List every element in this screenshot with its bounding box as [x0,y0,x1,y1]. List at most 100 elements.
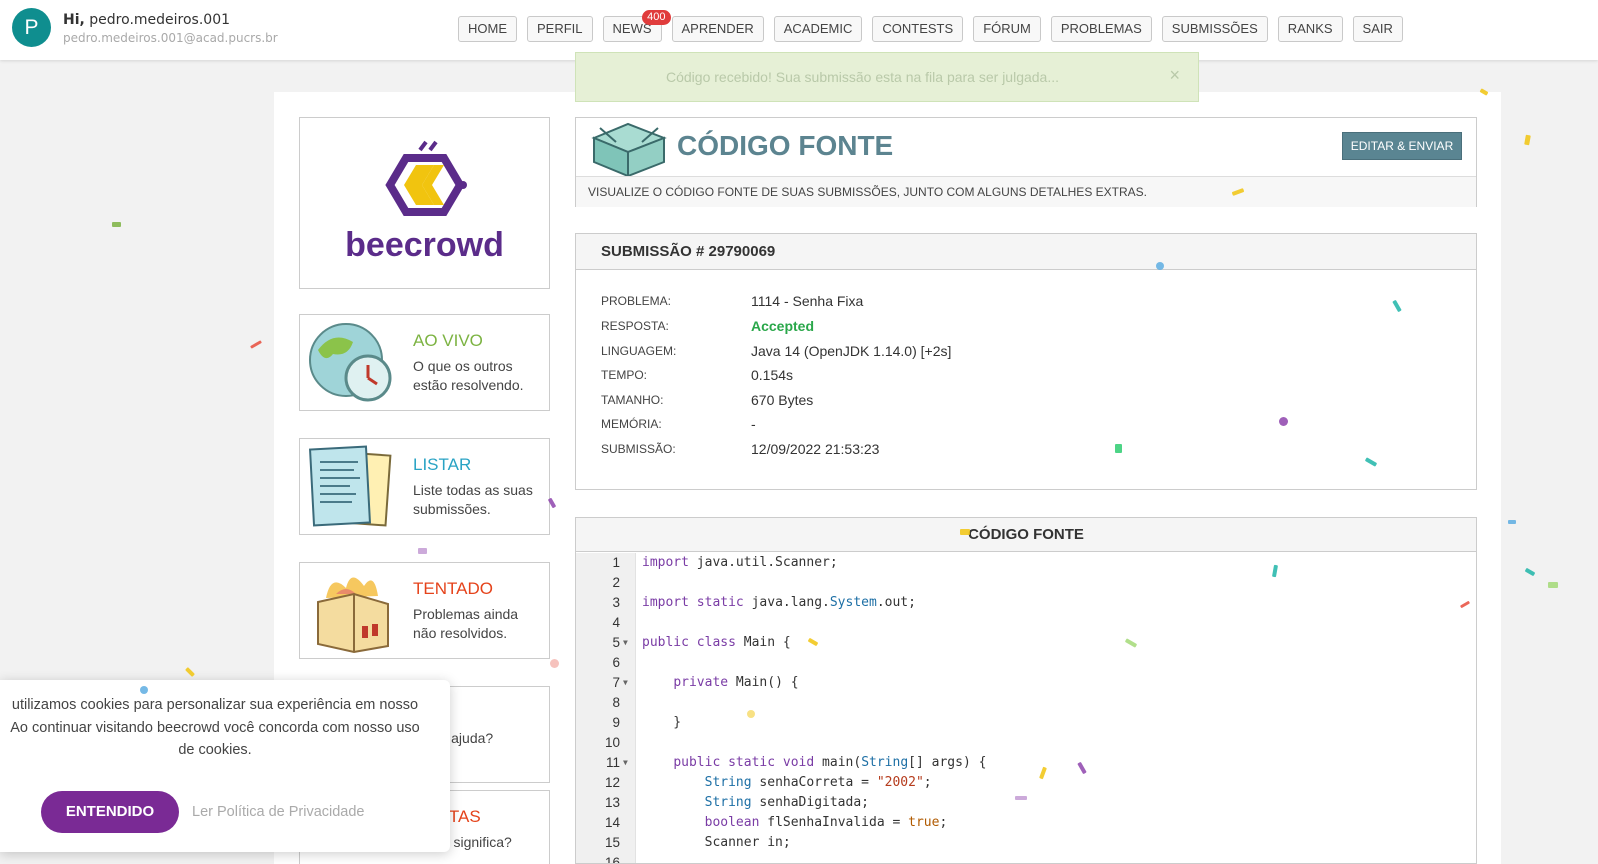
line-number: 14 [604,815,620,830]
nav-contests-button[interactable]: CONTESTS [872,16,964,42]
nav-label: PERFIL [537,21,583,36]
confetti-piece [112,222,121,227]
code-editor[interactable]: 1 import java.util.Scanner; 2 3 import stati… [576,553,1476,864]
avatar-letter: P [24,16,39,39]
detail-label: TEMPO: [601,368,648,382]
listar-card[interactable]: LISTAR Liste todas as suas submissões. [299,438,550,535]
detail-value: 12/09/2022 21:53:23 [751,441,880,457]
fold-toggle-icon[interactable]: ▼ [623,633,628,653]
side-title: LISTAR [413,455,472,474]
line-number: 10 [604,735,620,750]
greeting-prefix: Hi, [63,12,85,28]
nav-label: PROBLEMAS [1060,21,1142,36]
nav-academic-button[interactable]: ACADEMIC [773,16,863,42]
tentado-card[interactable]: TENTADO Problemas ainda não resolvidos. [299,562,550,659]
code-line: 7 ▼ private Main() { [576,673,1476,693]
nav-ranks-button[interactable]: RANKS [1277,16,1343,42]
confetti-piece [1524,134,1531,146]
nav-label: SUBMISSÕES [1171,21,1258,36]
side-desc: Liste todas as suas submissões. [413,482,533,517]
user-avatar[interactable]: P [12,8,51,47]
line-number: 4 [612,615,620,630]
user-email: pedro.medeiros.001@acad.pucrs.br [63,31,278,45]
nav-home-button[interactable]: HOME [458,16,517,42]
code-text: private Main() { [673,675,799,690]
page-subtitle: VISUALIZE O CÓDIGO FONTE DE SUAS SUBMISS… [576,176,1476,207]
code-text: Scanner in; [642,835,791,850]
burning-box-icon [317,577,389,654]
code-line: 2 [576,573,1476,593]
detail-label: SUBMISSÃO: [601,442,676,456]
code-line: 6 [576,653,1476,673]
submission-details-panel: SUBMISSÃO # 29790069 PROBLEMA: 1114 - Se… [575,233,1477,490]
confetti-piece [185,667,195,677]
nav-label: SAIR [1362,21,1393,36]
nav-aprender-button[interactable]: APRENDER [671,16,764,42]
code-line: 14 boolean flSenhaInvalida = true; [576,813,1476,833]
line-number: 16 [604,855,620,864]
code-line: 10 [576,733,1476,753]
nav-label: RANKS [1287,21,1333,36]
line-number: 15 [604,835,620,850]
detail-value: 0.154s [751,367,794,383]
problem-link[interactable]: 1114 - Senha Fixa [751,293,1151,309]
page-title: CÓDIGO FONTE [677,130,894,161]
line-number: 3 [612,595,620,610]
detail-label: MEMÓRIA: [601,417,662,431]
cookie-banner: utilizamos cookies para personalizar sua… [0,680,450,852]
code-panel-title: CÓDIGO FONTE [576,518,1476,552]
beecrowd-logo-text: beecrowd [345,226,504,264]
code-text: public static void main(String[] args) { [673,755,987,770]
nav-problemas-button[interactable]: PROBLEMAS [1050,16,1152,42]
code-text: } [642,715,682,730]
line-number: 13 [604,795,620,810]
code-text: String senhaCorreta = "2002"; [704,775,932,790]
beecrowd-logo-box[interactable]: beecrowd [299,117,550,289]
main-nav: HOME PERFIL NEWS 400 APRENDER ACADEMIC CO… [458,10,1403,42]
code-line: 9 } [576,713,1476,733]
nav-label: CONTESTS [882,21,954,36]
confetti-piece [1548,582,1558,588]
top-header: P Hi, pedro.medeiros.001 pedro.medeiros.… [0,0,1598,60]
code-line: 4 [576,613,1476,633]
detail-label: LINGUAGEM: [601,344,677,358]
nav-perfil-button[interactable]: PERFIL [527,16,593,42]
cookie-line: utilizamos cookies para personalizar sua… [11,697,419,713]
nav-sair-button[interactable]: SAIR [1352,16,1403,42]
fold-toggle-icon[interactable]: ▼ [623,673,628,693]
ao-vivo-card[interactable]: AO VIVO O que os outros estão resolvendo… [299,314,550,411]
nav-label: FÓRUM [983,21,1031,36]
detail-label: RESPOSTA: [601,319,669,333]
code-text: boolean flSenhaInvalida = true; [704,815,948,830]
nav-news-button[interactable]: NEWS 400 [602,10,671,42]
line-number: 5 [612,635,620,650]
nav-label: APRENDER [681,21,754,36]
line-number: 8 [612,695,620,710]
submission-title: SUBMISSÃO # 29790069 [576,234,1476,270]
edit-and-submit-button[interactable]: EDITAR & ENVIAR [1342,132,1462,160]
code-line: 11 ▼ public static void main(String[] arg… [576,753,1476,773]
code-line: 13 String senhaDigitada; [576,793,1476,813]
side-desc: O que os outros estão resolvendo. [413,358,524,393]
side-title: TENTADO [413,579,493,598]
fold-toggle-icon[interactable]: ▼ [623,753,628,773]
source-code-header: CÓDIGO FONTE EDITAR & ENVIAR VISUALIZE O… [575,117,1477,207]
username: pedro.medeiros.001 [89,12,231,28]
detail-value: 670 Bytes [751,392,814,408]
globe-clock-icon [309,323,392,402]
code-line: 16 [576,853,1476,864]
close-icon[interactable]: × [1169,65,1180,86]
detail-value: Java 14 (OpenJDK 1.14.0) [+2s] [751,343,952,359]
code-text: String senhaDigitada; [704,795,869,810]
confetti-piece [1524,567,1536,577]
nav-forum-button[interactable]: FÓRUM [973,16,1041,42]
accept-cookies-button[interactable]: ENTENDIDO [41,791,179,833]
submission-toast: Código recebido! Sua submissão esta na f… [575,52,1199,102]
open-box-icon [591,122,667,176]
cookie-line: Ao continuar visitando beecrowd você con… [10,719,420,736]
nav-submissoes-button[interactable]: SUBMISSÕES [1161,16,1268,42]
privacy-policy-link[interactable]: Ler Política de Privacidade [192,804,365,820]
papers-icon [308,445,392,527]
user-greeting: Hi, pedro.medeiros.001 [63,12,230,28]
side-desc: Problemas ainda não resolvidos. [413,606,519,641]
